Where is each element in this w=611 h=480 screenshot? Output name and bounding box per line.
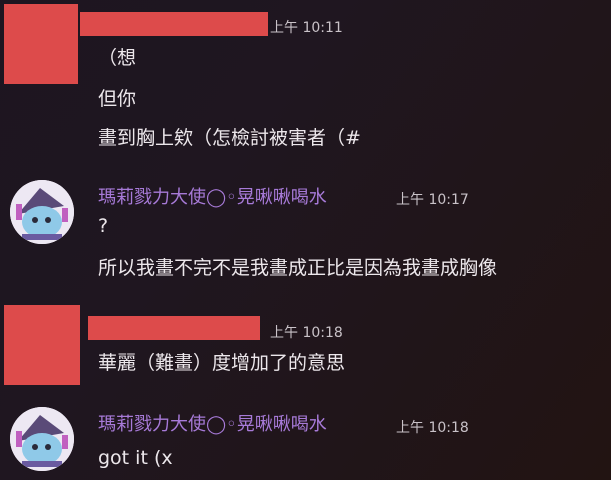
message-group: 上午 10:11 （想 但你 畫到胸上欸（怎檢討被害者（#	[0, 0, 611, 160]
avatar-redacted[interactable]	[4, 305, 80, 385]
message-text: （想	[98, 47, 137, 69]
message-timestamp: 上午 10:18	[270, 325, 343, 341]
avatar[interactable]	[10, 180, 74, 244]
message-text: 華麗（難畫）度增加了的意思	[98, 352, 346, 374]
message-text: ?	[98, 215, 109, 237]
message-timestamp: 上午 10:17	[396, 192, 469, 208]
avatar-character-icon	[10, 180, 74, 244]
message-text: 但你	[98, 88, 137, 110]
message-text: 所以我畫不完不是我畫成正比是因為我畫成胸像	[98, 257, 498, 279]
message-text: 畫到胸上欸（怎檢討被害者（#	[98, 127, 361, 149]
message-timestamp: 上午 10:11	[270, 20, 343, 36]
message-text: got it (x	[98, 447, 173, 469]
avatar-redacted[interactable]	[4, 4, 78, 84]
avatar[interactable]	[10, 407, 74, 471]
username-redacted[interactable]	[88, 316, 260, 340]
username[interactable]: 瑪莉戮力大使◯◦晃啾啾喝水	[98, 183, 327, 209]
avatar-character-icon	[10, 407, 74, 471]
username-redacted[interactable]	[80, 12, 268, 36]
message-timestamp: 上午 10:18	[396, 420, 469, 436]
username[interactable]: 瑪莉戮力大使◯◦晃啾啾喝水	[98, 410, 327, 436]
